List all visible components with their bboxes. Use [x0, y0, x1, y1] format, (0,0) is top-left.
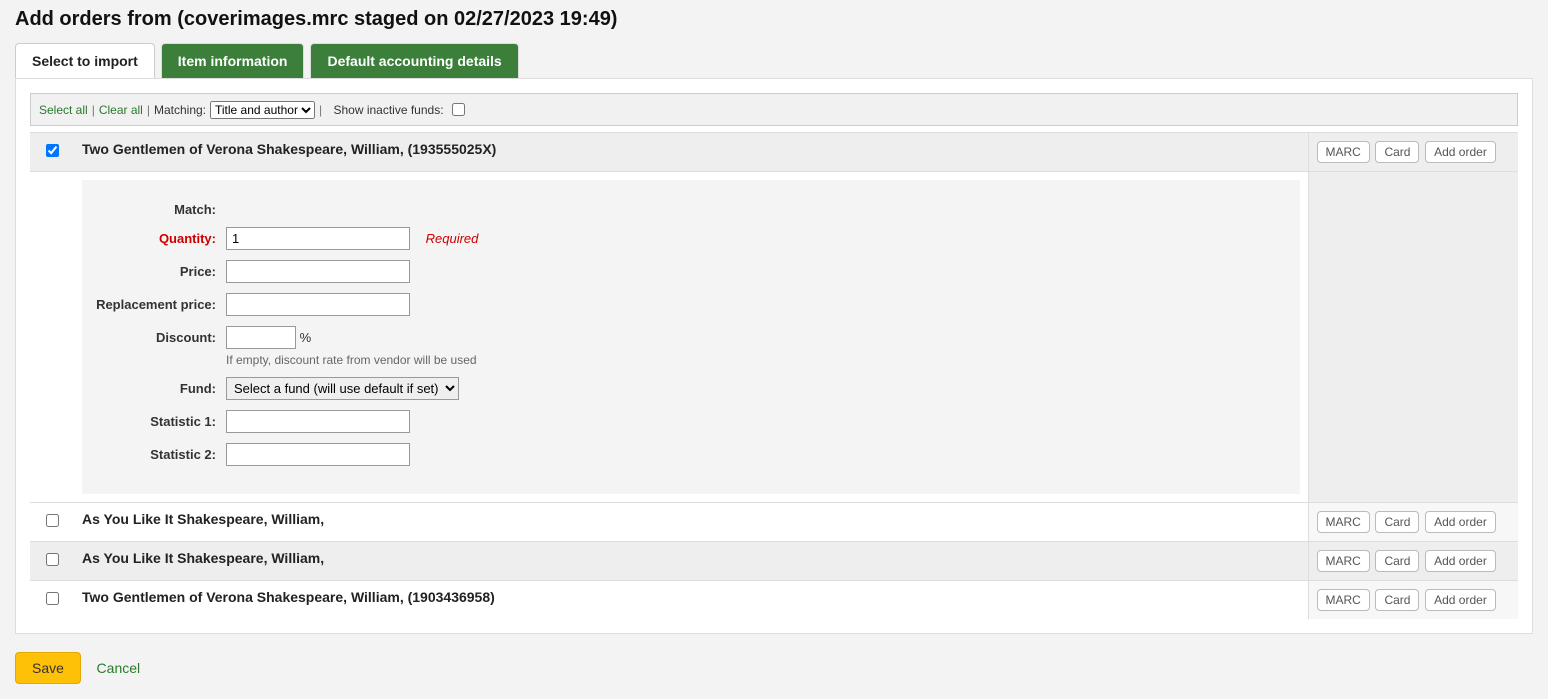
- tab-item-information[interactable]: Item information: [161, 43, 305, 78]
- record-detail-row: Match: Quantity: Required: [30, 172, 1518, 503]
- card-button[interactable]: Card: [1375, 550, 1419, 572]
- table-row: As You Like It Shakespeare, William, MAR…: [30, 542, 1518, 581]
- tabs: Select to import Item information Defaul…: [15, 43, 1533, 78]
- add-order-button[interactable]: Add order: [1425, 550, 1496, 572]
- footer-actions: Save Cancel: [15, 652, 1533, 684]
- records-table: Two Gentlemen of Verona Shakespeare, Wil…: [30, 132, 1518, 619]
- match-label: Match:: [96, 198, 226, 217]
- cancel-button[interactable]: Cancel: [85, 653, 153, 683]
- quantity-label: Quantity:: [96, 227, 226, 246]
- price-input[interactable]: [226, 260, 410, 283]
- fund-select[interactable]: Select a fund (will use default if set): [226, 377, 459, 400]
- statistic-1-label: Statistic 1:: [96, 410, 226, 429]
- fund-label: Fund:: [96, 377, 226, 396]
- record-checkbox[interactable]: [46, 144, 59, 157]
- tab-panel: Select all | Clear all | Matching: Title…: [15, 78, 1533, 634]
- add-order-button[interactable]: Add order: [1425, 589, 1496, 611]
- record-title: Two Gentlemen of Verona Shakespeare, Wil…: [74, 133, 1308, 172]
- statistic-2-input[interactable]: [226, 443, 410, 466]
- marc-button[interactable]: MARC: [1317, 511, 1370, 533]
- required-indicator: Required: [426, 231, 479, 246]
- discount-input[interactable]: [226, 326, 296, 349]
- separator: |: [147, 103, 150, 117]
- table-row: Two Gentlemen of Verona Shakespeare, Wil…: [30, 133, 1518, 172]
- card-button[interactable]: Card: [1375, 141, 1419, 163]
- price-label: Price:: [96, 260, 226, 279]
- separator: |: [92, 103, 95, 117]
- replacement-price-label: Replacement price:: [96, 293, 226, 312]
- card-button[interactable]: Card: [1375, 589, 1419, 611]
- show-inactive-funds-label: Show inactive funds:: [333, 103, 443, 117]
- separator: |: [319, 103, 322, 117]
- record-checkbox[interactable]: [46, 553, 59, 566]
- table-row: As You Like It Shakespeare, William, MAR…: [30, 503, 1518, 542]
- record-title: As You Like It Shakespeare, William,: [74, 503, 1308, 542]
- card-button[interactable]: Card: [1375, 511, 1419, 533]
- clear-all-link[interactable]: Clear all: [99, 103, 143, 117]
- record-checkbox[interactable]: [46, 592, 59, 605]
- discount-label: Discount:: [96, 326, 226, 345]
- marc-button[interactable]: MARC: [1317, 589, 1370, 611]
- add-order-button[interactable]: Add order: [1425, 511, 1496, 533]
- discount-hint: If empty, discount rate from vendor will…: [226, 353, 477, 367]
- tab-default-accounting-details[interactable]: Default accounting details: [310, 43, 518, 78]
- replacement-price-input[interactable]: [226, 293, 410, 316]
- order-detail-form: Match: Quantity: Required: [82, 180, 1300, 494]
- tab-select-to-import[interactable]: Select to import: [15, 43, 155, 78]
- show-inactive-funds-checkbox[interactable]: [452, 103, 465, 116]
- select-all-link[interactable]: Select all: [39, 103, 88, 117]
- statistic-2-label: Statistic 2:: [96, 443, 226, 462]
- quantity-input[interactable]: [226, 227, 410, 250]
- matching-label: Matching:: [154, 103, 206, 117]
- table-row: Two Gentlemen of Verona Shakespeare, Wil…: [30, 581, 1518, 620]
- record-title: Two Gentlemen of Verona Shakespeare, Wil…: [74, 581, 1308, 620]
- save-button[interactable]: Save: [15, 652, 81, 684]
- records-toolbar: Select all | Clear all | Matching: Title…: [30, 93, 1518, 126]
- marc-button[interactable]: MARC: [1317, 550, 1370, 572]
- matching-select[interactable]: Title and author: [210, 101, 315, 119]
- marc-button[interactable]: MARC: [1317, 141, 1370, 163]
- record-title: As You Like It Shakespeare, William,: [74, 542, 1308, 581]
- add-order-button[interactable]: Add order: [1425, 141, 1496, 163]
- page-title: Add orders from (coverimages.mrc staged …: [15, 8, 1533, 31]
- statistic-1-input[interactable]: [226, 410, 410, 433]
- discount-percent-suffix: %: [300, 330, 312, 345]
- record-checkbox[interactable]: [46, 514, 59, 527]
